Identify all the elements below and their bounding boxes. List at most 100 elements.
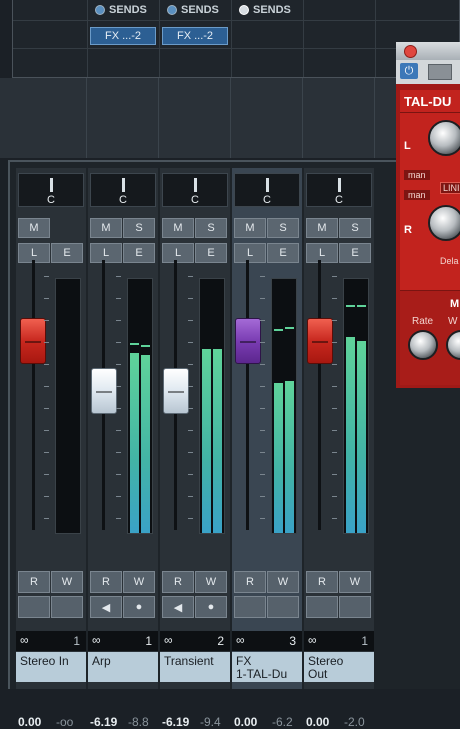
solo-button[interactable]: S: [195, 218, 227, 238]
sync-mode-left[interactable]: man: [404, 170, 430, 180]
channel-name[interactable]: FX 1-TAL-Du: [232, 652, 302, 682]
fader-scale-tick: [332, 276, 337, 277]
channel-strip-transient: C M S L E -6.19 -9.4 R W ◀ ●: [160, 168, 230, 729]
listen-button[interactable]: L: [90, 243, 122, 263]
peak-value[interactable]: -oo: [56, 715, 73, 729]
volume-value[interactable]: 0.00: [18, 715, 41, 729]
listen-button[interactable]: L: [162, 243, 194, 263]
pan-control[interactable]: C: [18, 173, 84, 207]
write-button[interactable]: W: [195, 571, 227, 593]
read-button[interactable]: R: [306, 571, 338, 593]
blank-button[interactable]: [267, 596, 299, 618]
radio-icon[interactable]: [239, 5, 249, 15]
level-meter: [343, 278, 369, 534]
peak-value[interactable]: -8.8: [128, 715, 149, 729]
radio-icon[interactable]: [167, 5, 177, 15]
listen-button[interactable]: L: [234, 243, 266, 263]
read-button[interactable]: R: [90, 571, 122, 593]
solo-button[interactable]: S: [267, 218, 299, 238]
pan-control[interactable]: C: [234, 173, 300, 207]
rate-knob[interactable]: [408, 330, 438, 360]
speaker-icon[interactable]: ◀: [162, 596, 194, 618]
listen-button[interactable]: L: [306, 243, 338, 263]
write-button[interactable]: W: [267, 571, 299, 593]
channel-name[interactable]: Transient: [160, 652, 230, 682]
channel-name[interactable]: Stereo In: [16, 652, 86, 682]
fader-scale-tick: [188, 452, 193, 453]
channel-name[interactable]: Arp: [88, 652, 158, 682]
mute-button[interactable]: M: [18, 218, 50, 238]
blank-button[interactable]: [51, 596, 83, 618]
volume-fader[interactable]: [163, 368, 189, 414]
lin-toggle[interactable]: LINI: [440, 182, 460, 194]
fader-scale-tick: [44, 364, 49, 365]
send-slot-transient[interactable]: FX ...-2: [162, 27, 228, 45]
blank-button[interactable]: [339, 596, 371, 618]
close-icon[interactable]: [404, 45, 417, 58]
edit-button[interactable]: E: [339, 243, 371, 263]
channel-name[interactable]: Stereo Out: [304, 652, 374, 682]
right-delay-knob[interactable]: [428, 205, 460, 241]
read-button[interactable]: R: [234, 571, 266, 593]
fader-scale-tick: [116, 452, 121, 453]
left-delay-knob[interactable]: [428, 120, 460, 156]
output-routing[interactable]: ∞ 1: [16, 631, 86, 651]
pan-control[interactable]: C: [90, 173, 156, 207]
peak-value[interactable]: -6.2: [272, 715, 293, 729]
fader-scale-tick: [332, 496, 337, 497]
volume-fader[interactable]: [20, 318, 46, 364]
mute-button[interactable]: M: [306, 218, 338, 238]
volume-fader[interactable]: [91, 368, 117, 414]
power-icon[interactable]: ⏻: [400, 63, 418, 79]
sends-header-arp[interactable]: SENDS: [95, 0, 147, 20]
write-button[interactable]: W: [51, 571, 83, 593]
peak-value[interactable]: -2.0: [344, 715, 365, 729]
blank-button[interactable]: [18, 596, 50, 618]
edit-button[interactable]: E: [267, 243, 299, 263]
pan-control[interactable]: C: [162, 173, 228, 207]
record-icon[interactable]: ●: [195, 596, 227, 618]
speaker-icon[interactable]: ◀: [90, 596, 122, 618]
read-button[interactable]: R: [18, 571, 50, 593]
pan-control[interactable]: C: [306, 173, 372, 207]
fader-scale-tick: [44, 342, 49, 343]
output-routing[interactable]: ∞ 2: [160, 631, 230, 651]
sends-header-fx[interactable]: SENDS: [239, 0, 291, 20]
volume-value[interactable]: 0.00: [306, 715, 329, 729]
output-routing[interactable]: ∞ 3: [232, 631, 302, 651]
blank-button[interactable]: [234, 596, 266, 618]
volume-value[interactable]: -6.19: [162, 715, 189, 729]
read-button[interactable]: R: [162, 571, 194, 593]
record-icon[interactable]: ●: [123, 596, 155, 618]
send-slot-arp[interactable]: FX ...-2: [90, 27, 156, 45]
write-button[interactable]: W: [123, 571, 155, 593]
volume-fader[interactable]: [307, 318, 333, 364]
fader-scale-tick: [116, 298, 121, 299]
solo-button[interactable]: S: [339, 218, 371, 238]
solo-button[interactable]: S: [123, 218, 155, 238]
level-meter: [55, 278, 81, 534]
radio-icon[interactable]: [95, 5, 105, 15]
bypass-button[interactable]: [428, 64, 452, 80]
plugin-titlebar[interactable]: [396, 42, 460, 60]
mute-button[interactable]: M: [162, 218, 194, 238]
mute-button[interactable]: M: [90, 218, 122, 238]
write-button[interactable]: W: [339, 571, 371, 593]
edit-button[interactable]: E: [123, 243, 155, 263]
link-icon: ∞: [308, 633, 317, 647]
link-icon: ∞: [20, 633, 29, 647]
volume-value[interactable]: 0.00: [234, 715, 257, 729]
volume-value[interactable]: -6.19: [90, 715, 117, 729]
peak-value[interactable]: -9.4: [200, 715, 221, 729]
edit-button[interactable]: E: [51, 243, 83, 263]
blank-button[interactable]: [306, 596, 338, 618]
edit-button[interactable]: E: [195, 243, 227, 263]
volume-fader[interactable]: [235, 318, 261, 364]
mute-button[interactable]: M: [234, 218, 266, 238]
output-routing[interactable]: ∞ 1: [88, 631, 158, 651]
output-routing[interactable]: ∞ 1: [304, 631, 374, 651]
sends-header-transient[interactable]: SENDS: [167, 0, 219, 20]
fader-scale-tick: [44, 474, 49, 475]
fader-scale-tick: [116, 430, 121, 431]
sync-mode-right[interactable]: man: [404, 190, 430, 200]
